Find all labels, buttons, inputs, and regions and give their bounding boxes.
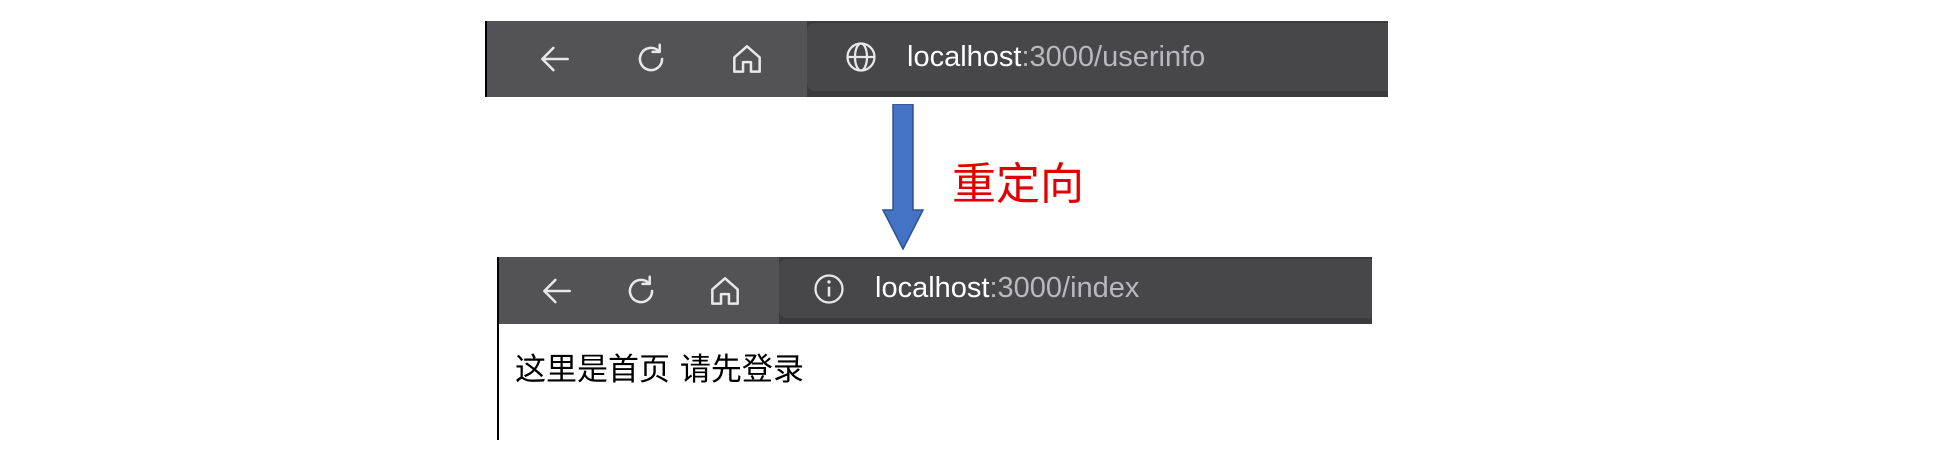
redirect-arrow (882, 104, 924, 250)
browser-toolbar-before: localhost:3000/userinfo (485, 21, 1388, 97)
back-arrow-icon (541, 46, 569, 72)
url-text: localhost:3000/index (875, 272, 1139, 305)
refresh-icon (628, 274, 654, 303)
refresh-icon (638, 43, 664, 72)
back-arrow-icon (543, 278, 571, 303)
refresh-button[interactable] (613, 263, 669, 319)
url-path: :3000/userinfo (1021, 40, 1206, 73)
home-icon (711, 276, 739, 305)
url-host: localhost (907, 40, 1022, 73)
refresh-button[interactable] (623, 31, 679, 87)
address-bar[interactable]: localhost:3000/userinfo (807, 23, 1388, 91)
browser-toolbar-after: localhost:3000/index (497, 257, 1372, 324)
home-button[interactable] (697, 263, 753, 319)
url-path: :3000/index (989, 272, 1140, 304)
info-icon (814, 273, 844, 304)
nav-buttons (487, 21, 807, 97)
nav-buttons (499, 257, 779, 324)
back-button[interactable] (529, 263, 585, 319)
back-button[interactable] (527, 31, 583, 87)
page-message: 这里是首页 请先登录 (515, 352, 804, 388)
home-icon (733, 45, 761, 73)
redirect-label: 重定向 (952, 159, 1084, 210)
url-host: localhost (875, 272, 990, 304)
site-info-button[interactable] (807, 267, 851, 311)
address-bar[interactable]: localhost:3000/index (779, 259, 1372, 318)
home-button[interactable] (719, 31, 775, 87)
globe-icon (846, 42, 876, 72)
site-info-button[interactable] (839, 35, 883, 79)
page-content: 这里是首页 请先登录 (497, 324, 1372, 440)
url-text: localhost:3000/userinfo (907, 41, 1205, 74)
